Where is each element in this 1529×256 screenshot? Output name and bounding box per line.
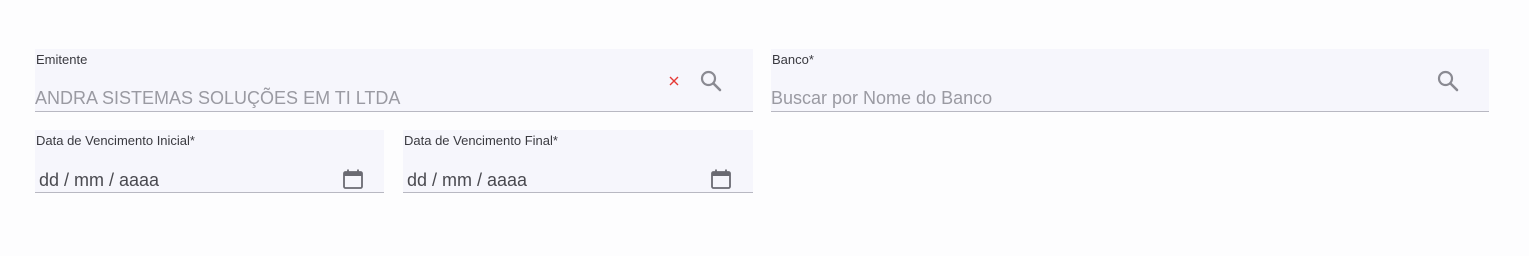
data-vencimento-inicial-input[interactable]: dd / mm / aaaa xyxy=(39,170,159,191)
search-icon[interactable] xyxy=(1436,69,1460,93)
data-vencimento-final-field[interactable]: Data de Vencimento Final* dd / mm / aaaa xyxy=(403,130,753,193)
data-vencimento-final-input[interactable]: dd / mm / aaaa xyxy=(407,170,527,191)
data-vencimento-final-label: Data de Vencimento Final* xyxy=(404,133,558,148)
emitente-value[interactable]: ANDRA SISTEMAS SOLUÇÕES EM TI LTDA xyxy=(35,88,400,109)
emitente-field[interactable]: Emitente ANDRA SISTEMAS SOLUÇÕES EM TI L… xyxy=(35,49,753,112)
search-icon[interactable] xyxy=(699,69,723,93)
calendar-icon[interactable] xyxy=(710,168,732,190)
emitente-label: Emitente xyxy=(36,52,88,67)
data-vencimento-inicial-field[interactable]: Data de Vencimento Inicial* dd / mm / aa… xyxy=(35,130,384,193)
close-icon[interactable] xyxy=(668,75,680,87)
banco-field[interactable]: Banco* Buscar por Nome do Banco xyxy=(771,49,1489,112)
data-vencimento-inicial-label: Data de Vencimento Inicial* xyxy=(36,133,195,148)
banco-search-input[interactable]: Buscar por Nome do Banco xyxy=(771,88,992,109)
calendar-icon[interactable] xyxy=(342,168,364,190)
banco-label: Banco* xyxy=(772,52,814,67)
